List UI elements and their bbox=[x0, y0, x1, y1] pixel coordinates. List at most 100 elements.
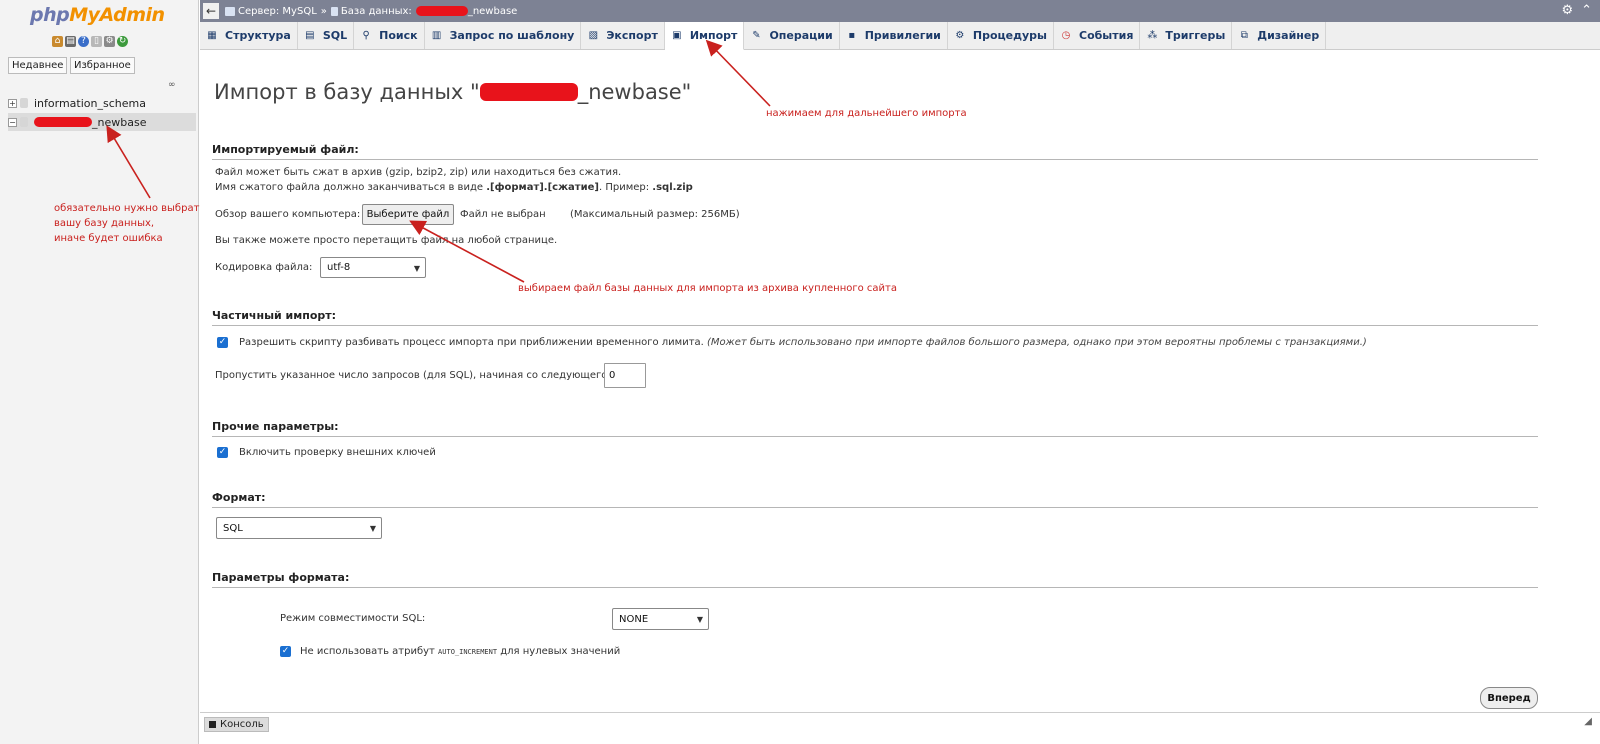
page-title-prefix: Импорт в базу данных " bbox=[214, 80, 480, 104]
console-icon bbox=[209, 721, 216, 728]
topbar-controls: ⚙ ⌃ bbox=[1561, 3, 1592, 18]
breadcrumb-server[interactable]: Сервер: MySQL bbox=[238, 6, 317, 17]
skip-queries-label: Пропустить указанное число запросов (для… bbox=[215, 370, 611, 381]
tab-events[interactable]: ◷ События bbox=[1054, 22, 1141, 49]
db-item-information-schema[interactable]: + information_schema bbox=[8, 94, 196, 112]
tab-designer[interactable]: ⧉ Дизайнер bbox=[1232, 22, 1327, 49]
format-select[interactable]: SQL ▼ bbox=[216, 517, 382, 539]
wrench-icon: ✎ bbox=[752, 29, 761, 41]
export-icon: ▧ bbox=[588, 29, 599, 41]
minimize-icon[interactable]: ⌃ bbox=[1581, 3, 1592, 18]
collapse-icon[interactable]: − bbox=[8, 117, 17, 127]
tab-label: Привилегии bbox=[864, 29, 941, 42]
nav-icon-bar: ⌂ ▤ ? ▯ ⚙ ↻ bbox=[52, 36, 128, 47]
fk-checks-label: Включить проверку внешних ключей bbox=[239, 447, 436, 458]
go-button[interactable]: Вперед bbox=[1480, 687, 1538, 709]
tab-privileges[interactable]: ▪ Привилегии bbox=[840, 22, 948, 49]
database-icon bbox=[20, 117, 28, 127]
sql-compat-select[interactable]: NONE ▼ bbox=[612, 608, 709, 630]
resize-handle-icon[interactable]: ◢ bbox=[1584, 716, 1592, 727]
tab-label: События bbox=[1079, 29, 1134, 42]
redaction-mark bbox=[34, 117, 92, 127]
db-item-newbase[interactable]: − _newbase bbox=[8, 113, 196, 131]
designer-icon: ⧉ bbox=[1240, 29, 1248, 41]
structure-icon: ▦ bbox=[207, 29, 217, 41]
query-icon: ▥ bbox=[431, 29, 442, 41]
tab-label: Запрос по шаблону bbox=[449, 29, 575, 42]
format-value: SQL bbox=[223, 522, 243, 534]
annotation-select-db-line3: иначе будет ошибка bbox=[54, 233, 163, 244]
tab-label: SQL bbox=[322, 29, 348, 42]
settings-icon[interactable]: ⚙ bbox=[104, 36, 115, 47]
annotation-import-tab: нажимаем для дальнейшего импорта bbox=[766, 108, 967, 119]
annotation-choose-file: выбираем файл базы данных для импорта из… bbox=[518, 283, 897, 294]
tab-import[interactable]: ▣ Импорт bbox=[664, 22, 745, 50]
allow-interrupt-label: Разрешить скрипту разбивать процесс импо… bbox=[239, 337, 1367, 348]
tab-label: Поиск bbox=[379, 29, 418, 42]
section-heading-format-options: Параметры формата: bbox=[212, 571, 1538, 588]
browse-label: Обзор вашего компьютера: bbox=[215, 209, 361, 220]
allow-interrupt-checkbox[interactable]: ✓ bbox=[217, 337, 228, 348]
filename-note-b: .[формат].[сжатие] bbox=[486, 182, 599, 193]
console-label: Консоль bbox=[220, 719, 264, 730]
tab-query[interactable]: ▥ Запрос по шаблону bbox=[425, 22, 582, 49]
allow-interrupt-text: Разрешить скрипту разбивать процесс импо… bbox=[239, 337, 704, 348]
breadcrumb-bar: ← Сервер: MySQL » База данных: _newbase … bbox=[200, 0, 1600, 22]
tab-operations[interactable]: ✎ Операции bbox=[744, 22, 840, 49]
link-with-main-icon[interactable]: ∞ bbox=[168, 80, 176, 90]
search-icon: ⚲ bbox=[362, 29, 370, 41]
tab-label: Триггеры bbox=[1165, 29, 1226, 42]
breadcrumb-database-prefix[interactable]: База данных: bbox=[341, 6, 412, 17]
main-content: Импорт в базу данных " _newbase" нажимаем… bbox=[200, 50, 1600, 744]
tab-export[interactable]: ▧ Экспорт bbox=[581, 22, 665, 49]
filename-note: Имя сжатого файла должно заканчиваться в… bbox=[215, 182, 693, 193]
db-item-label: _newbase bbox=[92, 115, 147, 129]
reload-icon[interactable]: ↻ bbox=[117, 36, 128, 47]
no-auto-value-checkbox[interactable]: ✓ bbox=[280, 646, 291, 657]
logo-text-php: php bbox=[30, 4, 70, 26]
tab-routines[interactable]: ⚙ Процедуры bbox=[948, 22, 1054, 49]
tab-label: Операции bbox=[769, 29, 833, 42]
sql-icon: ▤ bbox=[305, 29, 315, 41]
max-size-note: (Максимальный размер: 256МБ) bbox=[570, 209, 740, 220]
sql-compat-label: Режим совместимости SQL: bbox=[280, 613, 426, 624]
section-heading-other: Прочие параметры: bbox=[212, 420, 1538, 437]
help-icon[interactable]: ? bbox=[78, 36, 89, 47]
phpmyadmin-logo[interactable]: phpMyAdmin bbox=[30, 4, 165, 26]
tab-structure[interactable]: ▦ Структура bbox=[200, 22, 298, 49]
fk-checks-checkbox[interactable]: ✓ bbox=[217, 447, 228, 458]
gear-icon[interactable]: ⚙ bbox=[1561, 3, 1573, 18]
console-bar: Консоль ◢ bbox=[200, 712, 1600, 744]
drag-drop-note: Вы также можете просто перетащить файл н… bbox=[215, 235, 558, 246]
expand-icon[interactable]: + bbox=[8, 98, 17, 108]
no-auto-value-text-a: Не использовать атрибут bbox=[300, 646, 439, 657]
tab-triggers[interactable]: ⁂ Триггеры bbox=[1140, 22, 1233, 49]
tab-search[interactable]: ⚲ Поиск bbox=[354, 22, 425, 49]
logo-text-myadmin: MyAdmin bbox=[69, 4, 165, 26]
breadcrumb-separator: » bbox=[320, 5, 327, 17]
charset-label: Кодировка файла: bbox=[215, 262, 313, 273]
breadcrumb-database-suffix[interactable]: _newbase bbox=[468, 6, 518, 17]
database-icon bbox=[330, 6, 338, 16]
charset-select[interactable]: utf-8 ▼ bbox=[320, 257, 426, 278]
sql-query-icon[interactable]: ▤ bbox=[65, 36, 76, 47]
page-title-suffix: _newbase" bbox=[577, 80, 692, 104]
docs-icon[interactable]: ▯ bbox=[91, 36, 102, 47]
allow-interrupt-note: (Может быть использовано при импорте фай… bbox=[707, 337, 1367, 348]
recent-tables-button[interactable]: Недавнее bbox=[8, 57, 68, 74]
chevron-down-icon: ▼ bbox=[369, 524, 376, 533]
collapse-nav-icon[interactable]: ← bbox=[203, 3, 219, 19]
tab-label: Экспорт bbox=[606, 29, 658, 42]
favorite-tables-button[interactable]: Избранное bbox=[70, 57, 135, 74]
no-auto-value-code: AUTO_INCREMENT bbox=[438, 648, 498, 656]
home-icon[interactable]: ⌂ bbox=[52, 36, 63, 47]
database-icon bbox=[20, 98, 28, 108]
section-heading-format: Формат: bbox=[212, 491, 1538, 508]
charset-value: utf-8 bbox=[327, 262, 351, 273]
tab-sql[interactable]: ▤ SQL bbox=[298, 22, 355, 49]
tab-label: Структура bbox=[225, 29, 291, 42]
console-toggle-button[interactable]: Консоль bbox=[204, 717, 269, 732]
skip-queries-input[interactable]: 0 bbox=[604, 363, 646, 388]
choose-file-button[interactable]: Выберите файл bbox=[362, 204, 454, 225]
filename-note-a: Имя сжатого файла должно заканчиваться в… bbox=[215, 182, 487, 193]
